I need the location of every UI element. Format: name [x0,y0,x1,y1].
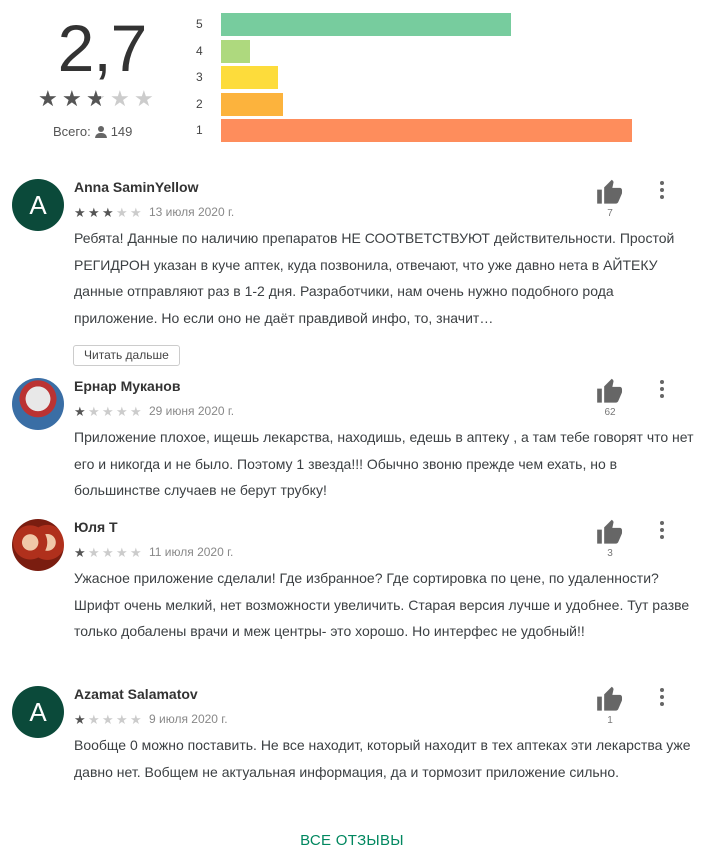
review-meta: ★ ★ ★ ★ ★ 9 июля 2020 г. [74,712,228,726]
star-icon: ★ [88,204,100,220]
star-icon: ★★ [110,86,130,111]
reviewer-name: Юля Т [74,519,118,535]
star-icon: ★ [74,403,86,419]
thumbs-up-icon[interactable] [596,519,624,545]
total-label: Всего: [53,124,91,139]
more-options-icon[interactable] [654,519,670,541]
avatar [12,378,64,430]
review-meta: ★ ★ ★ ★ ★ 13 июля 2020 г. [74,205,234,219]
star-icon: ★ [130,403,142,419]
star-icon: ★ [116,711,128,727]
thumbs-up-icon[interactable] [596,686,624,712]
read-more-button[interactable]: Читать дальше [73,345,180,366]
star-icon: ★ [102,544,114,560]
star-icon: ★★ [86,86,106,111]
thumbs-up-icon[interactable] [596,378,624,404]
star-icon: ★ [102,711,114,727]
total-count: 149 [110,124,133,139]
star-icon: ★ [102,403,114,419]
likes-count: 7 [607,208,613,219]
histogram-bar [221,39,250,63]
all-reviews-link[interactable]: ВСЕ ОТЗЫВЫ [0,832,704,849]
rating-summary: 2,7 ★★ ★★ ★★ ★★ ★★ Всего: 149 5 4 3 2 1 [0,0,724,160]
star-icon: ★ [88,711,100,727]
histogram-label: 3 [196,70,203,84]
reviewer-name: Azamat Salamatov [74,686,198,702]
review-date: 11 июля 2020 г. [149,545,234,559]
star-icon: ★ [130,204,142,220]
review-stars: ★ ★ ★ ★ ★ [74,206,143,219]
star-icon: ★ [88,544,100,560]
star-icon: ★ [130,711,142,727]
histogram-bar [221,92,283,116]
avatar: A [12,686,64,738]
review-stars: ★ ★ ★ ★ ★ [74,405,143,418]
review-stars: ★ ★ ★ ★ ★ [74,713,143,726]
review-text: Ужасное приложение сделали! Где избранно… [74,570,690,639]
likes-count: 1 [607,715,613,726]
avatar [12,519,64,571]
histogram-label: 5 [196,17,203,31]
review-text: Ребята! Данные по наличию препаратов НЕ … [74,230,675,326]
review-meta: ★ ★ ★ ★ ★ 29 июня 2020 г. [74,404,234,418]
more-options-icon[interactable] [654,179,670,201]
review-text: Вообще 0 можно поставить. Не все находит… [74,737,691,780]
histogram-bar [221,66,279,89]
reviewer-name: Anna SaminYellow [74,179,199,195]
avatar: A [12,179,64,231]
histogram-bar [221,119,633,142]
review-date: 9 июля 2020 г. [149,712,228,726]
star-icon: ★ [116,204,128,220]
star-icon: ★ [116,544,128,560]
average-rating: 2,7 [57,11,148,85]
average-rating-stars: ★★ ★★ ★★ ★★ ★★ [38,88,155,110]
more-options-icon[interactable] [654,378,670,400]
review-meta: ★ ★ ★ ★ ★ 11 июля 2020 г. [74,545,233,559]
review-date: 13 июля 2020 г. [149,205,235,219]
likes-count: 3 [607,548,613,559]
star-icon: ★★ [134,86,154,111]
star-icon: ★ [74,544,86,560]
likes-count: 62 [604,407,616,418]
review-text: Приложение плохое, ищешь лекарства, нахо… [74,429,694,498]
histogram-label: 1 [196,123,203,137]
star-icon: ★ [116,403,128,419]
star-icon: ★★ [38,86,58,111]
histogram-bar [221,13,512,36]
histogram-label: 4 [196,43,203,58]
total-ratings: Всего: 149 [53,124,132,139]
star-icon: ★ [74,711,86,727]
review-stars: ★ ★ ★ ★ ★ [74,546,143,559]
star-icon: ★ [74,204,86,220]
histogram-label: 2 [196,96,203,111]
star-icon: ★ [102,204,114,220]
star-icon: ★ [88,403,100,419]
user-icon [94,125,107,138]
thumbs-up-icon[interactable] [596,179,624,205]
star-icon: ★★ [62,86,82,111]
star-icon: ★ [130,544,142,560]
reviewer-name: Ернар Муканов [74,378,181,394]
more-options-icon[interactable] [654,686,670,708]
review-date: 29 июня 2020 г. [149,404,235,418]
